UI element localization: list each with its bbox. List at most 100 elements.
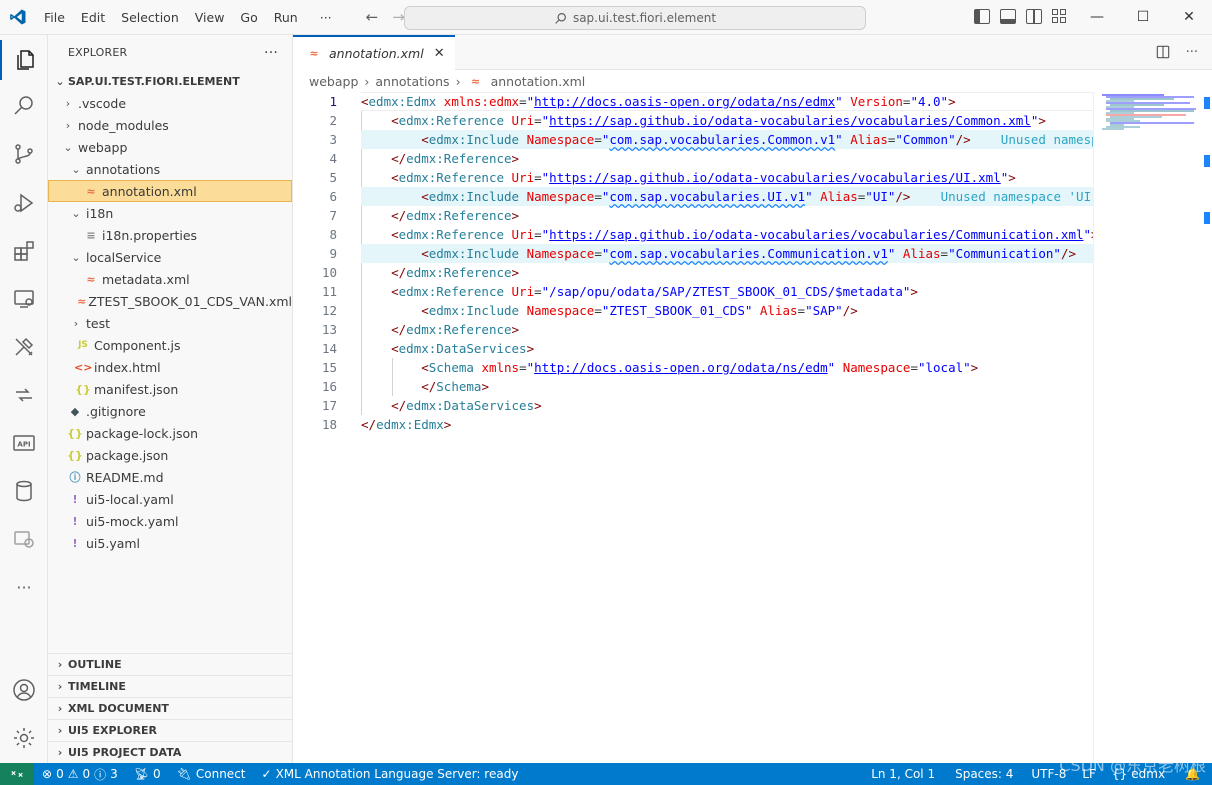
remote-explorer-icon[interactable] (0, 279, 48, 319)
minimap[interactable] (1093, 92, 1197, 763)
search-icon[interactable] (0, 86, 48, 126)
code-line[interactable]: <edmx:Include Namespace="com.sap.vocabul… (361, 187, 1093, 206)
file-tree-item[interactable]: <> index.html (48, 356, 292, 378)
account-icon[interactable] (0, 670, 48, 710)
menu-file[interactable]: File (36, 0, 73, 35)
file-tree-item[interactable]: ! ui5-mock.yaml (48, 510, 292, 532)
customize-layout-icon[interactable] (1052, 9, 1068, 24)
split-editor-icon[interactable] (1156, 45, 1170, 63)
sap-ext-icon[interactable] (0, 519, 48, 559)
api-icon[interactable]: API (0, 423, 48, 463)
panel-outline[interactable]: › OUTLINE (48, 653, 293, 675)
code-line[interactable]: </edmx:DataServices> (361, 396, 1093, 415)
menu-edit[interactable]: Edit (73, 0, 113, 35)
file-tree-item[interactable]: ⌄ webapp (48, 136, 292, 158)
file-tree-item[interactable]: ≡ i18n.properties (48, 224, 292, 246)
language-mode[interactable]: {} edmx (1104, 763, 1173, 785)
panel-ui5-explorer[interactable]: › UI5 EXPLORER (48, 719, 293, 741)
sap-flow-icon[interactable] (0, 375, 48, 415)
file-tree-item[interactable]: ! ui5-local.yaml (48, 488, 292, 510)
code-line[interactable]: <edmx:Reference Uri="https://sap.github.… (361, 225, 1093, 244)
xml-server-status[interactable]: ✓ XML Annotation Language Server: ready (254, 763, 527, 785)
error-count: 0 (56, 767, 64, 781)
encoding[interactable]: UTF-8 (1023, 763, 1074, 785)
toggle-panel-icon[interactable] (1000, 9, 1016, 24)
settings-gear-icon[interactable] (0, 718, 48, 758)
sap-tools-icon[interactable] (0, 327, 48, 367)
back-arrow-icon[interactable]: ← (366, 8, 379, 26)
code-line[interactable]: <edmx:Include Namespace="com.sap.vocabul… (361, 244, 1093, 263)
indentation[interactable]: Spaces: 4 (945, 763, 1023, 785)
maximize-button[interactable]: ☐ (1120, 0, 1166, 35)
file-tree-item[interactable]: › .vscode (48, 92, 292, 114)
close-window-button[interactable]: ✕ (1166, 0, 1212, 35)
more-icon[interactable]: ··· (0, 567, 48, 607)
file-tree-item[interactable]: ⌄ localService (48, 246, 292, 268)
menu-more[interactable]: ··· (312, 0, 340, 35)
code-line[interactable]: </Schema> (361, 377, 1093, 396)
forward-arrow-icon[interactable]: → (392, 8, 405, 26)
file-tree-item[interactable]: ◆ .gitignore (48, 400, 292, 422)
code-line[interactable]: </edmx:Reference> (361, 320, 1093, 339)
code-line[interactable]: <edmx:Reference Uri="/sap/opu/odata/SAP/… (361, 282, 1093, 301)
menu-selection[interactable]: Selection (113, 0, 187, 35)
file-tree-item[interactable]: ≈ ZTEST_SBOOK_01_CDS_VAN.xml (48, 290, 292, 312)
explorer-more-button[interactable]: ··· (264, 45, 278, 61)
command-center-search[interactable]: sap.ui.test.fiori.element (404, 6, 866, 30)
problems-indicator[interactable]: ⊗ 0 ⚠ 0 ⓘ 3 (34, 763, 126, 785)
panel-ui5-project-data[interactable]: › UI5 PROJECT DATA (48, 741, 293, 763)
cursor-position[interactable]: Ln 1, Col 1 (861, 763, 945, 785)
tab-annotation-xml[interactable]: ≈ annotation.xml ✕ (293, 35, 455, 70)
code-line[interactable]: <edmx:Edmx xmlns:edmx="http://docs.oasis… (361, 92, 1093, 111)
file-tree-item[interactable]: ≈ metadata.xml (48, 268, 292, 290)
toggle-secondary-sidebar-icon[interactable] (1026, 9, 1042, 24)
file-tree-item[interactable]: ! ui5.yaml (48, 532, 292, 554)
code-line[interactable]: <Schema xmlns="http://docs.oasis-open.or… (361, 358, 1093, 377)
file-tree-item[interactable]: ⌄ annotations (48, 158, 292, 180)
notifications-bell-icon[interactable]: 🔔 (1173, 763, 1212, 785)
file-tree-item[interactable]: ⌄ i18n (48, 202, 292, 224)
breadcrumb-item[interactable]: annotations (375, 74, 449, 89)
extensions-icon[interactable] (0, 231, 48, 271)
database-icon[interactable] (0, 471, 48, 511)
breadcrumb-item[interactable]: annotation.xml (491, 74, 586, 89)
toggle-sidebar-icon[interactable] (974, 9, 990, 24)
line-number: 12 (321, 303, 337, 318)
code-line[interactable]: <edmx:Include Namespace="com.sap.vocabul… (361, 130, 1093, 149)
workspace-root[interactable]: ⌄ SAP.UI.TEST.FIORI.ELEMENT (48, 70, 292, 92)
code-token: < (421, 246, 429, 261)
code-line[interactable]: </edmx:Reference> (361, 206, 1093, 225)
source-control-icon[interactable] (0, 134, 48, 174)
menu-run[interactable]: Run (266, 0, 306, 35)
file-tree-item[interactable]: {} manifest.json (48, 378, 292, 400)
explorer-icon[interactable] (0, 40, 48, 80)
connect-button[interactable]: 🔌︎ Connect (169, 763, 254, 785)
menu-view[interactable]: View (187, 0, 233, 35)
ports-indicator[interactable]: 📡︎ 0 (126, 763, 169, 785)
panel-timeline[interactable]: › TIMELINE (48, 675, 293, 697)
file-tree-item[interactable]: ≈ annotation.xml (48, 180, 292, 202)
more-actions-icon[interactable]: ··· (1186, 45, 1198, 63)
file-tree-item[interactable]: › test (48, 312, 292, 334)
breadcrumb-item[interactable]: webapp (309, 74, 358, 89)
run-debug-icon[interactable] (0, 183, 48, 223)
code-line[interactable]: <edmx:DataServices> (361, 339, 1093, 358)
code-editor[interactable]: 1 2 3 4 5 6 7 8 9 10 11 12 13 14 15 16 17 18 <edmx:Edmx x… (293, 92, 1093, 763)
file-tree-item[interactable]: {} package-lock.json (48, 422, 292, 444)
panel-xml-document[interactable]: › XML DOCUMENT (48, 697, 293, 719)
file-tree-item[interactable]: {} package.json (48, 444, 292, 466)
file-tree-item[interactable]: ⓘ README.md (48, 466, 292, 488)
code-line[interactable]: </edmx:Reference> (361, 149, 1093, 168)
file-tree-item[interactable]: JS Component.js (48, 334, 292, 356)
menu-go[interactable]: Go (232, 0, 265, 35)
code-line[interactable]: <edmx:Reference Uri="https://sap.github.… (361, 168, 1093, 187)
code-line[interactable]: </edmx:Edmx> (361, 415, 1093, 434)
file-tree-item[interactable]: › node_modules (48, 114, 292, 136)
end-of-line[interactable]: LF (1074, 763, 1104, 785)
remote-indicator[interactable] (0, 763, 34, 785)
code-line[interactable]: <edmx:Include Namespace="ZTEST_SBOOK_01_… (361, 301, 1093, 320)
minimize-button[interactable]: — (1074, 0, 1120, 35)
code-line[interactable]: <edmx:Reference Uri="https://sap.github.… (361, 111, 1093, 130)
code-line[interactable]: </edmx:Reference> (361, 263, 1093, 282)
close-tab-icon[interactable]: ✕ (434, 46, 445, 61)
